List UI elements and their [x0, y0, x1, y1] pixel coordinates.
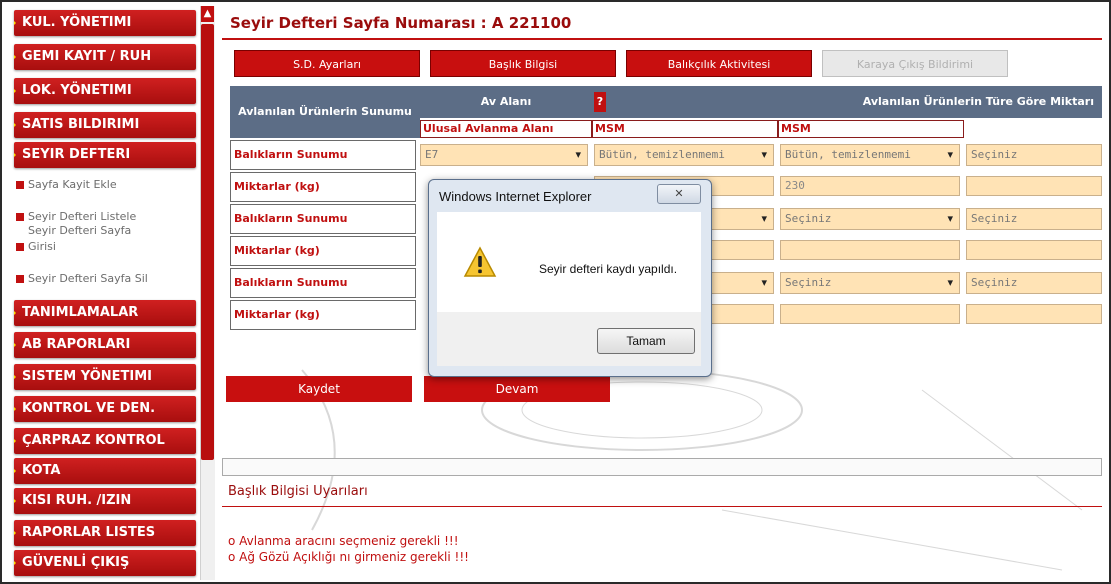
- tab-balikcilik-aktivitesi[interactable]: Balıkçılık Aktivitesi: [626, 50, 812, 77]
- tab-sd-ayarlari[interactable]: S.D. Ayarları: [234, 50, 420, 77]
- warning-line-1: o Avlanma aracını seçmeniz gerekli !!!: [228, 534, 459, 548]
- row-label-presentation-3: Balıkların Sunumu: [230, 268, 416, 298]
- scroll-up-arrow-icon[interactable]: ▲: [201, 6, 214, 22]
- subheader-national-area: Ulusal Avlanma Alanı: [420, 120, 592, 138]
- sidebar-item-kul-yonetimi[interactable]: KUL. YÖNETIMI: [14, 10, 196, 36]
- warnings-divider: [222, 506, 1102, 507]
- submenu-seyir-defteri-listele[interactable]: Seyir Defteri Listele: [16, 210, 136, 224]
- sidebar-item-gemi-kayit[interactable]: GEMI KAYIT / RUH: [14, 44, 196, 70]
- save-button[interactable]: Kaydet: [226, 376, 412, 402]
- header-presentation: Avlanılan Ürünlerin Sunumu: [230, 86, 420, 138]
- quantity-input-r3-c2[interactable]: [780, 304, 960, 324]
- submenu-seyir-defteri-sayfa-sil[interactable]: Seyir Defteri Sayfa Sil: [16, 272, 148, 286]
- chevron-down-icon: ▾: [761, 276, 767, 289]
- warning-bar: [222, 458, 1102, 476]
- chevron-down-icon: ▾: [947, 148, 953, 161]
- sidebar-item-seyir-defteri[interactable]: SEYIR DEFTERI: [14, 142, 196, 168]
- chevron-down-icon: ▾: [761, 148, 767, 161]
- quantity-input-r1-c2[interactable]: 230: [780, 176, 960, 196]
- subheader-msm-1: MSM: [592, 120, 778, 138]
- sidebar-item-satis-bildirimi[interactable]: SATIS BILDIRIMI: [14, 112, 196, 138]
- quantity-input-r2-c3[interactable]: [966, 240, 1102, 260]
- sidebar-item-sistem-yonetimi[interactable]: SISTEM YÖNETIMI: [14, 364, 196, 390]
- area-select[interactable]: E7 ▾: [420, 144, 588, 166]
- warning-icon: [463, 246, 497, 277]
- submenu-sayfa-kayit-ekle[interactable]: Sayfa Kayit Ekle: [16, 178, 117, 192]
- presentation-select-r3-c2[interactable]: Seçiniz ▾: [780, 272, 960, 294]
- scrollbar-thumb[interactable]: [201, 24, 214, 460]
- sidebar-item-lok-yonetimi[interactable]: LOK. YÖNETIMI: [14, 78, 196, 104]
- row-label-presentation-1: Balıkların Sunumu: [230, 140, 416, 170]
- presentation-select-r1-c2[interactable]: Bütün, temizlenmemi ▾: [780, 144, 960, 166]
- bullet-icon: [16, 243, 24, 251]
- sidebar-item-kontrol-ve-den[interactable]: KONTROL VE DEN.: [14, 396, 196, 422]
- bullet-icon: [16, 275, 24, 283]
- presentation-select-r2-c3[interactable]: Seçiniz: [966, 208, 1102, 230]
- sidebar-item-kota[interactable]: KOTA: [14, 458, 196, 484]
- chevron-down-icon: ▾: [761, 212, 767, 225]
- quantity-input-r1-c3[interactable]: [966, 176, 1102, 196]
- row-label-quantity-3: Miktarlar (kg): [230, 300, 416, 330]
- tab-baslik-bilgisi[interactable]: Başlık Bilgisi: [430, 50, 616, 77]
- row-label-presentation-2: Balıkların Sunumu: [230, 204, 416, 234]
- bullet-icon: [16, 181, 24, 189]
- dialog-title: Windows Internet Explorer: [439, 189, 592, 204]
- chevron-down-icon: ▾: [947, 212, 953, 225]
- chevron-down-icon: ▾: [947, 276, 953, 289]
- close-icon[interactable]: ✕: [657, 184, 701, 204]
- row-label-quantity-2: Miktarlar (kg): [230, 236, 416, 266]
- ok-button[interactable]: Tamam: [597, 328, 695, 354]
- presentation-select-r1-c3[interactable]: Seçiniz: [966, 144, 1102, 166]
- sidebar-item-tanimlamalar[interactable]: TANIMLAMALAR: [14, 300, 196, 326]
- presentation-select-r2-c2[interactable]: Seçiniz ▾: [780, 208, 960, 230]
- sidebar: KUL. YÖNETIMI GEMI KAYIT / RUH LOK. YÖNE…: [10, 6, 200, 580]
- dialog-message: Seyir defteri kaydı yapıldı.: [539, 262, 678, 276]
- sidebar-item-ab-raporlari[interactable]: AB RAPORLARI: [14, 332, 196, 358]
- continue-button[interactable]: Devam: [424, 376, 610, 402]
- subheader-msm-2: MSM: [778, 120, 964, 138]
- header-area: Av Alanı: [420, 86, 592, 118]
- header-species-quantity: Avlanılan Ürünlerin Türe Göre Miktarı: [592, 86, 1102, 118]
- presentation-select-r1-c1[interactable]: Bütün, temizlenmemi ▾: [594, 144, 774, 166]
- sidebar-item-kisi-ruh-izin[interactable]: KISI RUH. /IZIN: [14, 488, 196, 514]
- warnings-title: Başlık Bilgisi Uyarıları: [228, 484, 368, 499]
- row-label-quantity-1: Miktarlar (kg): [230, 172, 416, 202]
- submenu-seyir-defteri-sayfa[interactable]: Seyir Defteri Sayfa: [28, 224, 131, 238]
- warning-line-2: o Ağ Gözü Açıklığı nı girmeniz gerekli !…: [228, 550, 469, 564]
- alert-dialog: Windows Internet Explorer ✕ Seyir defter…: [428, 179, 712, 377]
- quantity-input-r3-c3[interactable]: [966, 304, 1102, 324]
- sidebar-item-carpraz-kontrol[interactable]: ÇARPRAZ KONTROL: [14, 428, 196, 454]
- sidebar-item-raporlar-listes[interactable]: RAPORLAR LISTES: [14, 520, 196, 546]
- tab-karaya-cikis-bildirimi[interactable]: Karaya Çıkış Bildirimi: [822, 50, 1008, 77]
- title-divider: [222, 38, 1102, 40]
- quantity-input-r2-c2[interactable]: [780, 240, 960, 260]
- presentation-select-r3-c3[interactable]: Seçiniz: [966, 272, 1102, 294]
- help-marker-icon[interactable]: ?: [594, 92, 606, 112]
- page-title: Seyir Defteri Sayfa Numarası : A 221100: [230, 14, 572, 32]
- sidebar-item-guvenli-cikis[interactable]: GÜVENLİ ÇIKIŞ: [14, 550, 196, 576]
- submenu-girisi[interactable]: Girisi: [16, 240, 56, 254]
- bullet-icon: [16, 213, 24, 221]
- chevron-down-icon: ▾: [575, 148, 581, 161]
